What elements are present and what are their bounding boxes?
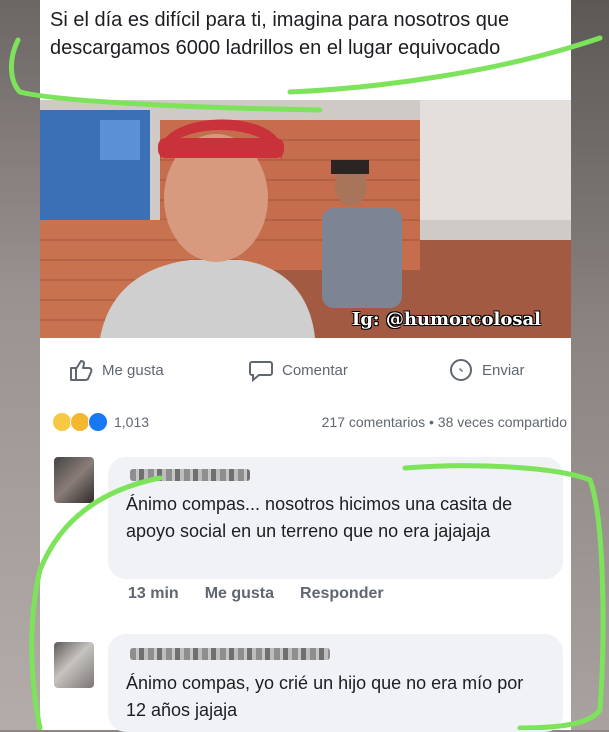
reaction-wow-icon	[70, 412, 90, 432]
comments-shares-count[interactable]: 217 comentarios • 38 veces compartido	[322, 414, 567, 430]
comment-bubble: Ánimo compas... nosotros hicimos una cas…	[108, 457, 563, 579]
comment-author-blurred	[130, 469, 250, 481]
messenger-icon	[448, 357, 474, 383]
comment-bubble: Ánimo compas, yo crié un hijo que no era…	[108, 634, 563, 732]
comment-item: Ánimo compas... nosotros hicimos una cas…	[40, 455, 571, 615]
comment-time: 13 min	[128, 585, 179, 602]
reaction-like-icon	[88, 412, 108, 432]
post-actions-bar: Me gusta Comentar Enviar	[40, 350, 571, 390]
thumbs-up-icon	[68, 357, 94, 383]
photo-illustration	[40, 100, 571, 338]
comment-meta: 13 min Me gusta Responder	[128, 585, 410, 603]
watermark-text: Ig: @humorcolosal	[351, 309, 541, 330]
comment-like-link[interactable]: Me gusta	[205, 585, 274, 603]
comment-text: Ánimo compas... nosotros hicimos una cas…	[126, 494, 513, 541]
avatar[interactable]	[54, 642, 94, 688]
comment-button[interactable]: Comentar	[248, 350, 348, 390]
post-photo[interactable]: Ig: @humorcolosal	[40, 100, 571, 338]
comment-text: Ánimo compas, yo crié un hijo que no era…	[126, 673, 524, 720]
like-label: Me gusta	[102, 361, 164, 379]
send-button[interactable]: Enviar	[448, 350, 525, 390]
reaction-haha-icon	[52, 412, 72, 432]
post-stats: 1,013 217 comentarios • 38 veces compart…	[40, 408, 571, 438]
reactions-summary[interactable]: 1,013	[52, 412, 149, 432]
like-button[interactable]: Me gusta	[68, 350, 164, 390]
avatar[interactable]	[54, 457, 94, 503]
comment-item: Ánimo compas, yo crié un hijo que no era…	[40, 632, 571, 732]
post-card: Si el día es difícil para ti, imagina pa…	[40, 0, 571, 732]
background-left	[0, 0, 40, 730]
comment-author-blurred	[130, 648, 330, 660]
reaction-count: 1,013	[114, 414, 150, 430]
send-label: Enviar	[482, 361, 525, 379]
comment-icon	[248, 357, 274, 383]
comment-label: Comentar	[282, 361, 348, 379]
comment-reply-link[interactable]: Responder	[300, 585, 384, 603]
post-caption: Si el día es difícil para ti, imagina pa…	[50, 9, 510, 59]
background-right	[571, 0, 609, 730]
